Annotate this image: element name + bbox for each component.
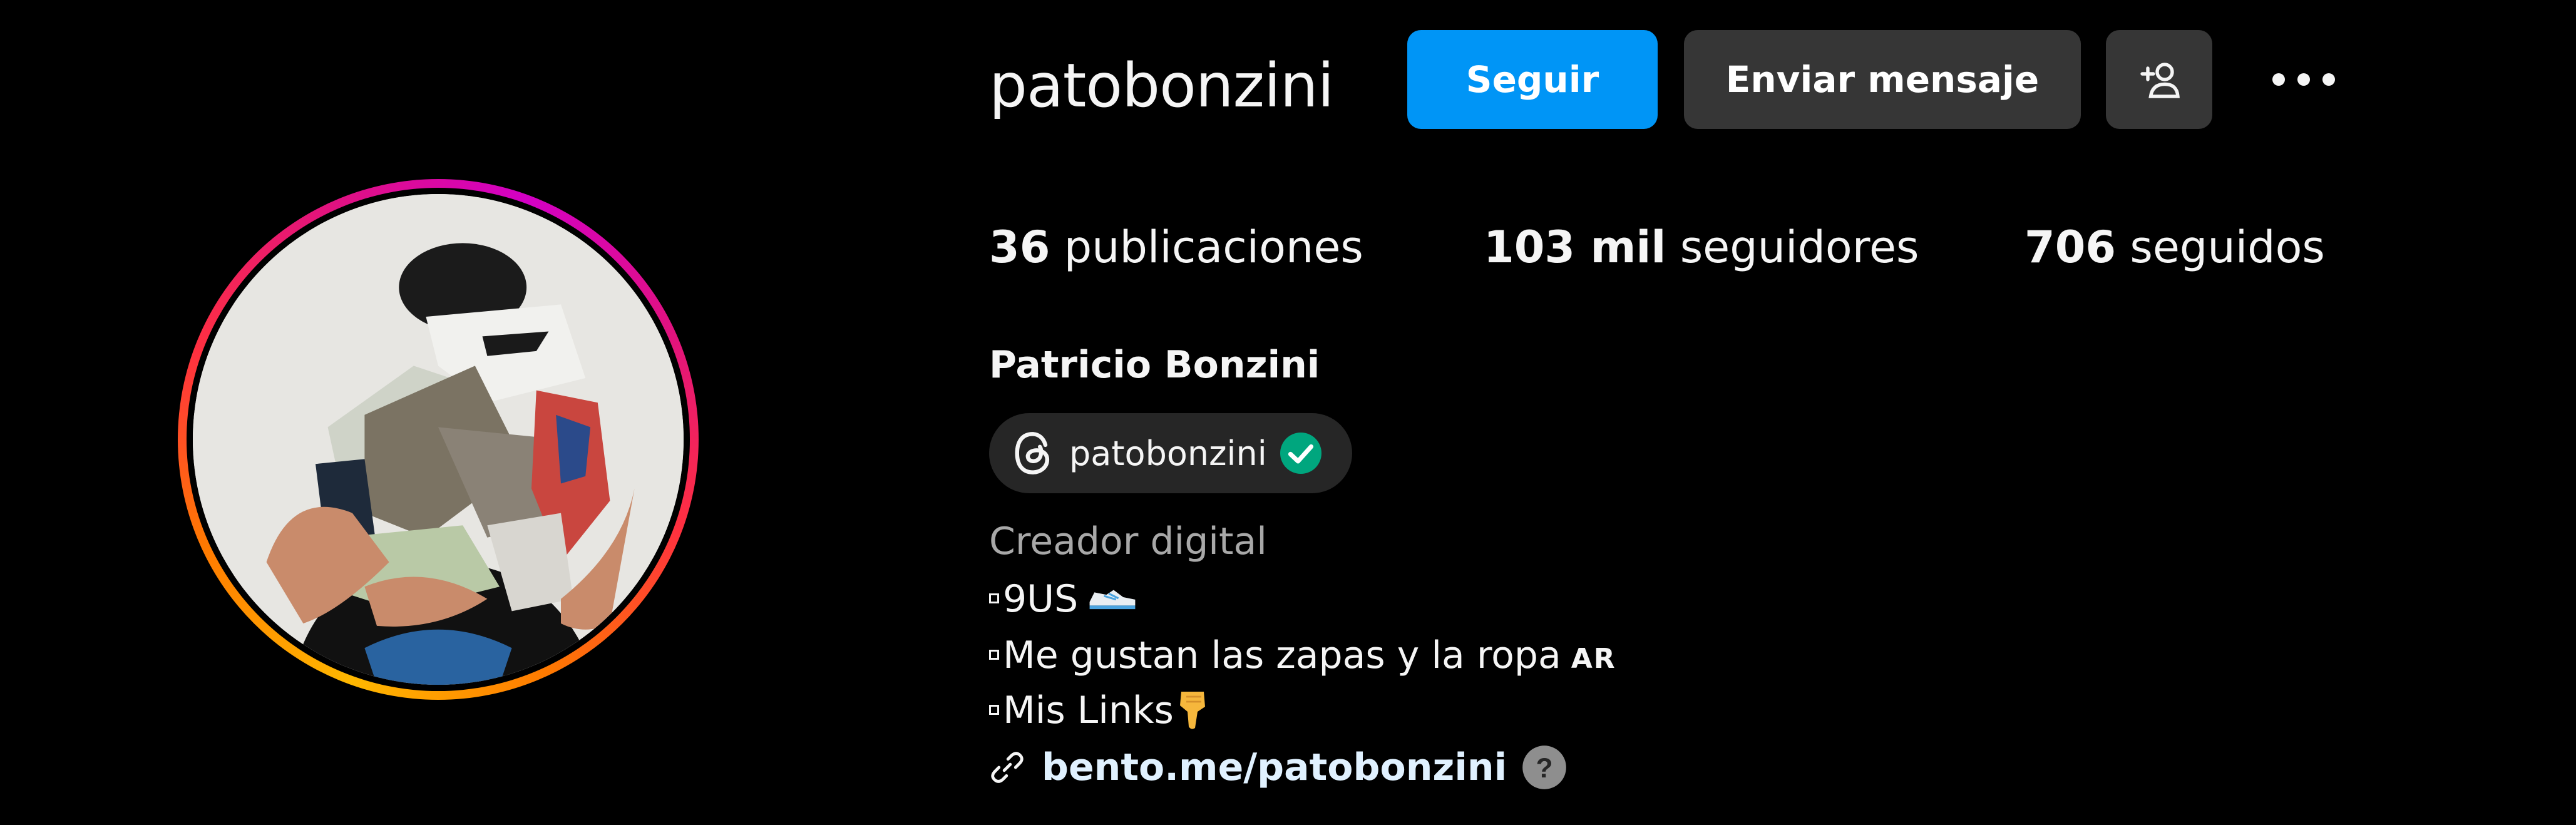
followers-stat-link[interactable]: 103 mil seguidores (1484, 213, 1919, 282)
suggest-accounts-button[interactable] (2106, 30, 2212, 129)
svg-text:?: ? (1536, 753, 1553, 784)
following-count: 706 (2024, 222, 2117, 273)
story-ring[interactable] (178, 179, 699, 700)
bio-line-1-text: 9US (1003, 577, 1079, 621)
followers-label: seguidores (1680, 222, 1919, 273)
following-stat-link[interactable]: 706 seguidos (2024, 213, 2325, 282)
profile-category: Creador digital (989, 520, 1267, 563)
profile-username: patobonzini (989, 51, 1334, 121)
external-link-row: bento.me/patobonzini ? (989, 736, 1568, 799)
question-icon[interactable]: ? (1521, 744, 1568, 791)
bullet-icon (989, 650, 999, 660)
bullet-icon (989, 593, 999, 604)
bio-line-3: Mis Links (989, 682, 1209, 739)
posts-label: publicaciones (1064, 222, 1363, 273)
bio-line-2-text: Me gustan las zapas y la ropa (1003, 633, 1561, 677)
follow-button[interactable]: Seguir (1407, 30, 1658, 129)
add-person-icon (2140, 63, 2180, 98)
external-link[interactable]: bento.me/patobonzini (1042, 746, 1507, 789)
more-options-button[interactable] (2254, 44, 2354, 115)
bio-line-1: 9US (989, 571, 1138, 627)
profile-full-name: Patricio Bonzini (989, 343, 1320, 387)
send-message-button[interactable]: Enviar mensaje (1684, 30, 2081, 129)
followers-count: 103 mil (1484, 222, 1666, 273)
posts-count: 36 (989, 222, 1050, 273)
verified-check-icon (1280, 433, 1321, 474)
bio-line-2: Me gustan las zapas y la ropa AR (989, 627, 1616, 684)
link-icon (991, 752, 1024, 783)
argentina-flag-emoji: AR (1571, 643, 1616, 675)
avatar-photo (193, 194, 684, 685)
threads-handle: patobonzini (1069, 433, 1267, 473)
bullet-icon (989, 705, 999, 715)
bio-line-3-text: Mis Links (1003, 689, 1174, 732)
running-shoe-emoji (1089, 590, 1136, 610)
threads-profile-badge[interactable]: patobonzini (989, 413, 1352, 493)
threads-icon (1015, 432, 1050, 474)
avatar[interactable] (193, 194, 684, 685)
more-horizontal-icon (2272, 73, 2335, 86)
backhand-index-pointing-down-emoji (1179, 692, 1205, 730)
posts-count-stat: 36 publicaciones (989, 213, 1363, 282)
following-label: seguidos (2130, 222, 2325, 273)
